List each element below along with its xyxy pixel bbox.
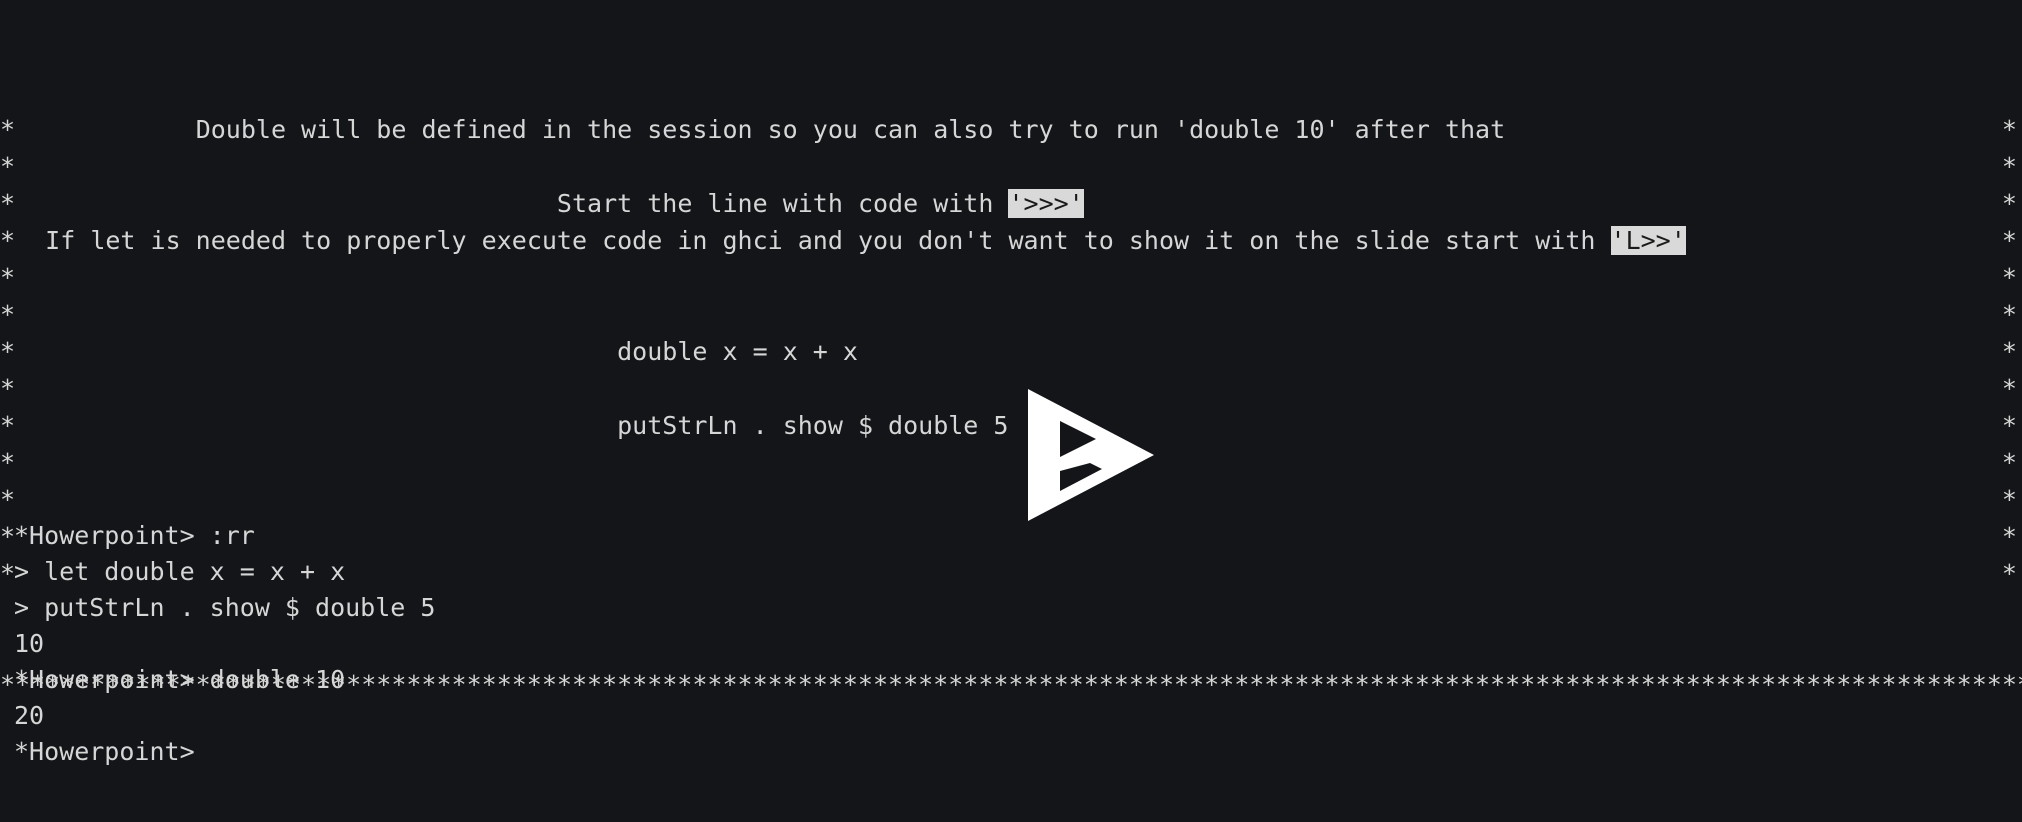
slide-border-right: * bbox=[15, 485, 2017, 514]
slide-line: * Start the line with code with '>>>' * bbox=[0, 185, 2022, 222]
slide-line-indent bbox=[15, 189, 557, 218]
console-line: *Howerpoint> bbox=[14, 737, 195, 766]
slide-line: * If let is needed to properly execute c… bbox=[0, 222, 2022, 259]
console-line: > putStrLn . show $ double 5 bbox=[14, 593, 436, 622]
slide-border-right: * bbox=[15, 300, 2017, 329]
slide-border-left: * bbox=[0, 411, 16, 440]
slide-line: * * bbox=[0, 481, 2022, 518]
console-line: > let double x = x + x bbox=[14, 557, 346, 586]
slide-border-right: * bbox=[15, 374, 2017, 403]
slide-line-text: Start the line with code with bbox=[556, 189, 1009, 218]
console-line: *Howerpoint> :rr bbox=[14, 521, 255, 550]
slide-line: * Double will be defined in the session … bbox=[0, 111, 2022, 148]
slide-border-right: * bbox=[15, 448, 2017, 477]
slide-border-left: * bbox=[0, 374, 16, 403]
slide-line-text: Double will be defined in the session so… bbox=[195, 115, 1506, 144]
slide-line: * * bbox=[0, 296, 2022, 333]
slide-border-left: * bbox=[0, 485, 16, 514]
slide-line: * * bbox=[0, 444, 2022, 481]
slide-line: * * bbox=[0, 370, 2022, 407]
slide-border-right: * bbox=[15, 263, 2017, 292]
slide-line: * putStrLn . show $ double 5 * bbox=[0, 407, 2022, 444]
slide-border-left: * bbox=[0, 300, 16, 329]
slide-border-right: * bbox=[857, 337, 2017, 366]
slide-border-left: * bbox=[0, 115, 16, 144]
slide-border-right: * bbox=[1083, 189, 2017, 218]
slide-line-text: double x = x + x bbox=[617, 337, 858, 366]
slide-line-indent bbox=[15, 226, 45, 255]
slide-line-text: If let is needed to properly execute cod… bbox=[45, 226, 1611, 255]
slide-border-left: * bbox=[0, 448, 16, 477]
slide-line: * * bbox=[0, 259, 2022, 296]
console-line: 10 bbox=[14, 629, 45, 658]
slide-line-text: putStrLn . show $ double 5 bbox=[617, 411, 1009, 440]
slide-border-left: * bbox=[0, 337, 16, 366]
terminal-window[interactable]: * Double will be defined in the session … bbox=[0, 0, 2022, 822]
slide-border-right: * bbox=[15, 152, 2017, 181]
slide-border-right: * bbox=[1685, 226, 2017, 255]
slide-border-left: * bbox=[0, 152, 16, 181]
slide-border-left: * bbox=[0, 189, 16, 218]
slide-line-indent bbox=[15, 411, 617, 440]
slide-line: * * bbox=[0, 148, 2022, 185]
slide-line-indent bbox=[15, 115, 196, 144]
slide-border-right: * bbox=[1008, 411, 2017, 440]
slide-border-left: * bbox=[0, 263, 16, 292]
slide-code-token-highlight: 'L>>' bbox=[1610, 226, 1686, 255]
slide-line-indent bbox=[15, 337, 617, 366]
ghci-console-region[interactable]: *Howerpoint> :rr > let double x = x + x > … bbox=[0, 518, 2022, 770]
slide-line: * double x = x + x * bbox=[0, 333, 2022, 370]
console-line: 20 bbox=[14, 701, 45, 730]
slide-border-left: * bbox=[0, 226, 16, 255]
slide-border-right: * bbox=[1505, 115, 2017, 144]
slide-code-token-highlight: '>>>' bbox=[1008, 189, 1084, 218]
console-line: *Howerpoint> double 10 bbox=[14, 665, 346, 694]
